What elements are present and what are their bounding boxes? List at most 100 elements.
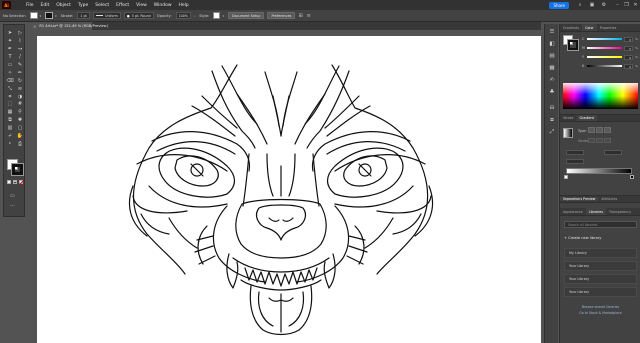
curvature-tool-icon[interactable]: ↝ — [15, 46, 25, 54]
stroke-color-swatch[interactable] — [45, 12, 54, 19]
panel-menu-icon[interactable]: ≡ — [307, 13, 311, 19]
gradient-reverse-field[interactable] — [566, 159, 584, 164]
chevron-right-icon[interactable]: › — [194, 14, 195, 18]
graph-tool-icon[interactable]: ▥ — [5, 125, 15, 133]
create-library-button[interactable]: + Create new library — [564, 236, 601, 240]
layers-icon[interactable]: ◧ — [548, 40, 556, 48]
library-item[interactable]: My Library — [564, 248, 637, 258]
magic-wand-tool-icon[interactable]: ✦ — [5, 38, 15, 46]
chevron-down-icon[interactable]: ▾ — [40, 14, 42, 18]
eraser-tool-icon[interactable]: ⌫ — [5, 77, 15, 85]
stroke-across-button[interactable] — [604, 138, 611, 143]
maximize-button[interactable]: ❐ — [622, 2, 631, 8]
gradient-mode-icon[interactable] — [13, 180, 17, 184]
slider-black[interactable]: K 0 % — [582, 63, 638, 69]
browse-shared-libraries-link[interactable]: Browse shared libraries — [564, 305, 637, 309]
stroke-along-button[interactable] — [596, 138, 603, 143]
gradient-aspect-field[interactable] — [604, 150, 622, 155]
symbols-icon[interactable]: ♣ — [548, 88, 556, 96]
slider-value[interactable]: 0 — [624, 54, 634, 60]
search-icon[interactable]: ⌕ — [577, 2, 583, 8]
fill-color-swatch[interactable] — [29, 12, 38, 19]
type-tool-icon[interactable]: T — [5, 54, 15, 62]
library-item[interactable]: Your Library — [564, 274, 637, 284]
arrange-icon[interactable]: ⊞ — [298, 13, 302, 19]
slider-value[interactable]: 0 — [624, 63, 634, 69]
fill-stroke-control[interactable] — [6, 158, 24, 177]
tab-gradient[interactable]: Gradient — [576, 115, 597, 121]
opacity-field[interactable]: 100% — [175, 12, 191, 19]
menu-object[interactable]: Object — [56, 3, 71, 8]
shape-builder-tool-icon[interactable]: ◑ — [15, 93, 25, 101]
edit-toolbar-button[interactable]: ··· — [10, 203, 15, 209]
tab-separations-preview[interactable]: Separations Preview — [560, 197, 599, 201]
brush-definition-field[interactable]: ● 5 pt. Round — [123, 12, 154, 19]
menu-select[interactable]: Select — [95, 3, 109, 8]
library-item[interactable]: Your Library — [564, 287, 637, 297]
slider-magenta[interactable]: M 0 % — [582, 45, 638, 51]
wolf-face-line-art[interactable] — [37, 36, 541, 343]
color-spectrum[interactable] — [563, 83, 638, 109]
gradient-slider[interactable] — [566, 168, 632, 174]
tab-properties[interactable]: Properties — [597, 24, 620, 31]
share-button[interactable]: Share — [549, 1, 569, 9]
workspace-switcher-icon[interactable]: ⚙ — [601, 2, 607, 8]
transform-icon[interactable]: ⤢ — [548, 128, 556, 136]
graphic-style-swatch[interactable] — [213, 12, 221, 19]
gradient-stop-white[interactable] — [564, 175, 568, 179]
slider-value[interactable]: 0 — [624, 45, 634, 51]
pen-tool-icon[interactable]: ✒ — [5, 46, 15, 54]
lasso-tool-icon[interactable]: ⌇ — [15, 38, 25, 46]
artboard-tool-icon[interactable]: ▢ — [15, 125, 25, 133]
stroke-swatch[interactable] — [11, 163, 24, 176]
slice-tool-icon[interactable]: ⌿ — [5, 133, 15, 141]
preferences-button[interactable]: Preferences — [267, 12, 296, 19]
menu-view[interactable]: View — [136, 3, 147, 8]
freeform-gradient-button[interactable] — [604, 127, 611, 133]
rotate-tool-icon[interactable]: ↻ — [15, 77, 25, 85]
slider-track[interactable] — [587, 65, 623, 67]
perspective-tool-icon[interactable]: ⬚ — [5, 101, 15, 109]
swatches-icon[interactable]: ▦ — [548, 64, 556, 72]
paintbrush-tool-icon[interactable]: ✎ — [15, 62, 25, 70]
scale-tool-icon[interactable]: ⤡ — [5, 85, 15, 93]
gradient-angle-field[interactable] — [566, 150, 584, 155]
slider-value[interactable]: 0 — [624, 36, 634, 42]
tab-libraries[interactable]: Libraries — [585, 208, 607, 215]
align-icon[interactable]: ⊟ — [548, 104, 556, 112]
shaper-tool-icon[interactable]: ✧ — [5, 69, 15, 77]
selection-tool-icon[interactable]: ➤ — [5, 30, 15, 38]
zoom-tool-icon[interactable]: ⚬ — [5, 140, 15, 148]
menu-edit[interactable]: Edit — [41, 3, 50, 8]
color-mode-icon[interactable] — [7, 180, 11, 184]
tab-gradients[interactable]: Gradients — [560, 24, 582, 31]
variable-width-profile[interactable]: Uniform — [92, 12, 121, 19]
close-button[interactable]: ✕ — [631, 2, 640, 8]
library-item[interactable]: Your Library — [564, 261, 637, 271]
rectangle-tool-icon[interactable]: ▭ — [5, 62, 15, 70]
tab-color[interactable]: Color — [582, 24, 597, 31]
fill-stroke-swatches[interactable] — [563, 35, 579, 51]
radial-gradient-button[interactable] — [596, 127, 603, 133]
properties-icon[interactable]: ☰ — [548, 28, 556, 36]
width-tool-icon[interactable]: ≋ — [15, 85, 25, 93]
blend-tool-icon[interactable]: ⧉ — [5, 117, 15, 125]
stroke-swatch[interactable] — [567, 39, 579, 51]
pencil-tool-icon[interactable]: ✏ — [15, 69, 25, 77]
stroke-within-button[interactable] — [588, 138, 595, 143]
chevron-down-icon[interactable]: ▾ — [222, 14, 224, 18]
menu-window[interactable]: Window — [154, 3, 172, 8]
hand-tool-icon[interactable]: ✋ — [15, 133, 25, 141]
gradient-thumbnail[interactable] — [563, 128, 573, 138]
library-search-input[interactable]: Search all libraries — [564, 221, 637, 228]
slider-yellow[interactable]: Y 0 % — [582, 54, 638, 60]
pathfinder-icon[interactable]: ⧈ — [548, 116, 556, 124]
eyedropper-tool-icon[interactable]: ⚲ — [15, 109, 25, 117]
free-transform-tool-icon[interactable]: ⌗ — [5, 93, 15, 101]
print-tiling-tool-icon[interactable]: ⎙ — [15, 140, 25, 148]
line-tool-icon[interactable]: / — [15, 54, 25, 62]
menu-effect[interactable]: Effect — [116, 3, 129, 8]
symbol-sprayer-tool-icon[interactable]: ✺ — [15, 117, 25, 125]
close-icon[interactable]: × — [33, 24, 36, 29]
none-mode-icon[interactable] — [19, 180, 24, 185]
